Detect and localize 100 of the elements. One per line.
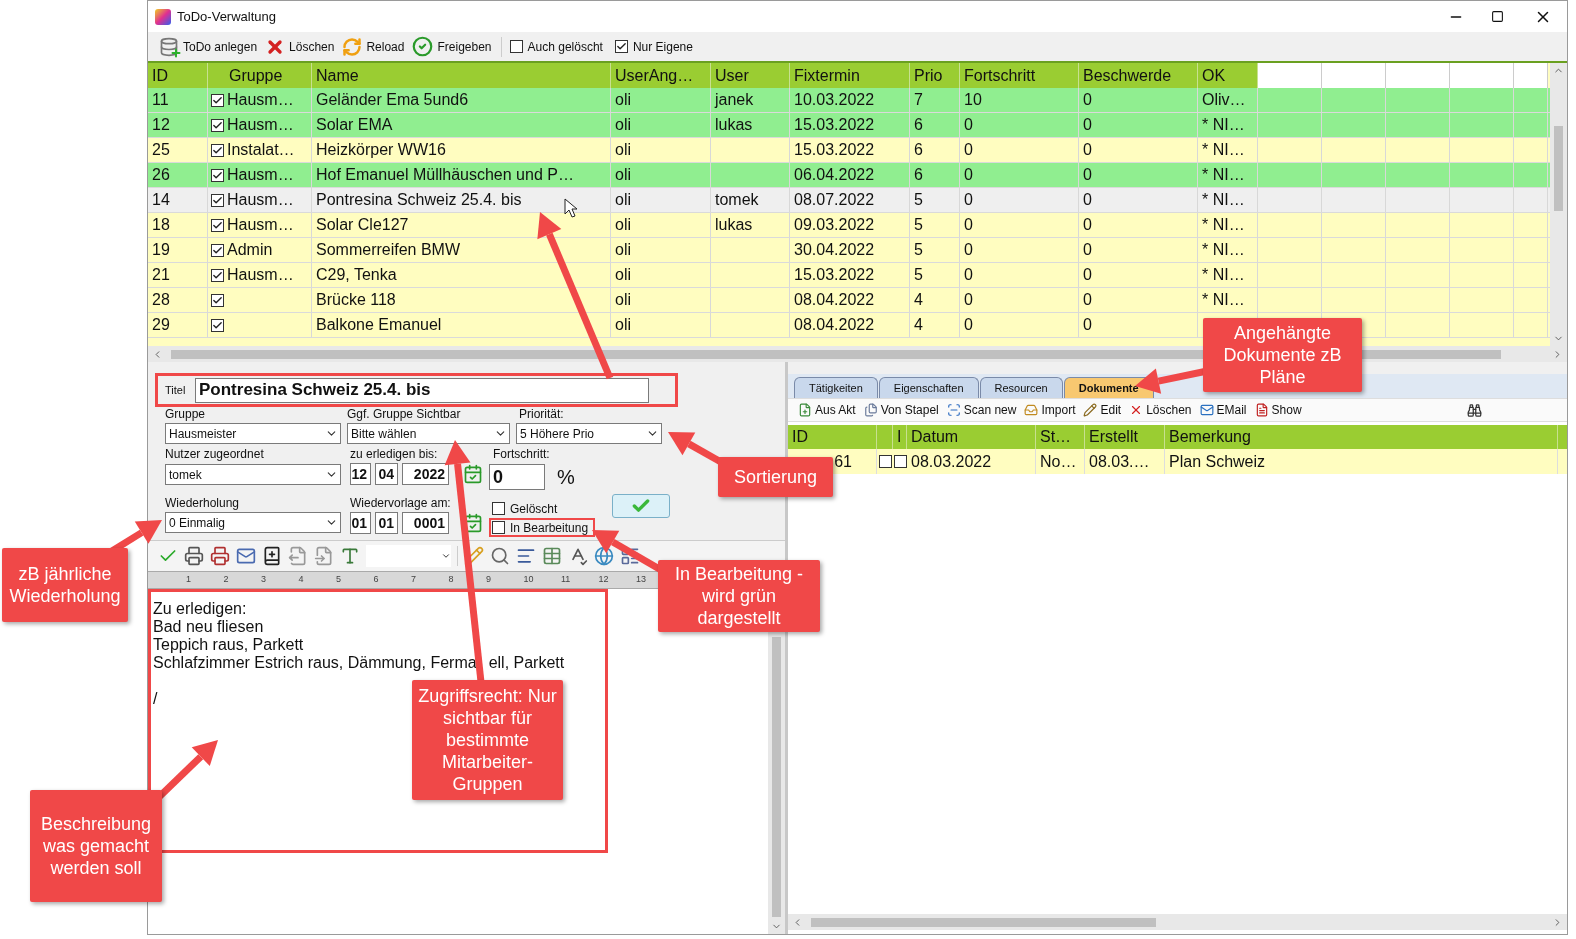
checkbox[interactable] [509, 40, 523, 53]
binoculars-icon[interactable] [1467, 402, 1482, 418]
table-cell: Hof Emanuel Müllhäuschen und P… [312, 163, 611, 187]
toolbar-button[interactable]: Show [1254, 401, 1302, 419]
table-row[interactable]: 11 Hausm… Geländer Ema 5und6 oli janek 10.03.2022 7 10 0 Oliv… [148, 88, 1550, 113]
dropdown[interactable]: Hausmeister [165, 423, 341, 444]
table-row[interactable]: 12 Hausm… Solar EMA oli lukas 15.03.2022 6 0 0 * NI… [148, 113, 1550, 138]
tab[interactable]: Dokumente [1063, 377, 1154, 398]
checkbox[interactable] [492, 521, 505, 534]
year-field[interactable]: 0001 [402, 512, 449, 534]
horizontal-scrollbar[interactable] [148, 346, 1567, 362]
checkbox[interactable] [492, 502, 505, 515]
month-field[interactable]: 04 [375, 463, 398, 485]
table-cell: 14 [148, 188, 208, 212]
checkbox[interactable] [878, 455, 892, 468]
column-header[interactable]: Name [312, 63, 611, 88]
table-row[interactable]: 28 Brücke 118 oli 08.04.2022 4 0 0 * NI… [148, 288, 1550, 313]
text-box-icon[interactable] [516, 546, 536, 566]
tab[interactable]: Resourcen [979, 377, 1063, 398]
checkbox[interactable] [211, 118, 224, 132]
column-header[interactable]: User [711, 63, 790, 88]
zoom-icon[interactable] [490, 546, 510, 566]
table-cell: 0 [960, 288, 1079, 312]
day-field[interactable]: 12 [350, 463, 371, 485]
scroll-thumb[interactable] [772, 637, 781, 917]
checkbox[interactable] [211, 293, 224, 307]
table-row[interactable]: 61 08.03.2022 No… 08.03.… Plan Schweiz [788, 449, 1567, 474]
toolbar-button[interactable]: Reload [341, 36, 406, 57]
description-line[interactable]: / [153, 690, 158, 708]
toolbar-button[interactable]: EMail [1199, 401, 1247, 419]
table-row[interactable]: 19 Admin Sommerreifen BMW oli 30.04.2022 5 0 0 * NI… [148, 238, 1550, 263]
tab[interactable]: Tätigkeiten [794, 377, 878, 398]
horizontal-scrollbar[interactable] [788, 914, 1567, 930]
calendar-icon[interactable] [463, 464, 483, 484]
column-header[interactable]: Gruppe [208, 63, 312, 88]
column-header[interactable]: Fortschritt [960, 63, 1079, 88]
description-line[interactable]: Teppich raus, Parkett [153, 636, 304, 654]
mail-icon[interactable] [236, 546, 256, 566]
table-cell: 0 [960, 188, 1079, 212]
checkbox[interactable] [211, 168, 224, 182]
tab[interactable]: Eigenschaften [878, 377, 979, 398]
table-row[interactable]: 21 Hausm… C29, Tenka oli 15.03.2022 5 0 0 * NI… [148, 263, 1550, 288]
year-field[interactable]: 2022 [402, 463, 449, 485]
day-field[interactable]: 01 [350, 512, 371, 534]
toolbar-button[interactable]: Löschen [1129, 401, 1192, 419]
toolbar-button[interactable]: Von Stapel [863, 401, 939, 419]
table-row[interactable]: 26 Hausm… Hof Emanuel Müllhäuschen und P… oli 06.04.2022 6 0 0 * NI… [148, 163, 1550, 188]
file-export-icon[interactable] [288, 546, 308, 566]
column-header[interactable]: Prio [910, 63, 960, 88]
toolbar-button[interactable]: Aus Akt [798, 401, 856, 419]
title-field[interactable]: Pontresina Schweiz 25.4. bis [195, 377, 649, 403]
toolbar-button[interactable]: Löschen [264, 36, 336, 57]
dropdown[interactable]: tomek [165, 464, 341, 485]
table-cell: 0 [1079, 163, 1198, 187]
table-row[interactable]: 14 Hausm… Pontresina Schweiz 25.4. bis oli tomek 08.07.2022 5 0 0 * NI… [148, 188, 1550, 213]
checkbox[interactable] [211, 218, 224, 232]
checkbox[interactable] [211, 243, 224, 257]
toolbar-button[interactable]: Import [1024, 401, 1076, 419]
description-line[interactable]: Zu erledigen: [153, 600, 247, 618]
book-add-icon[interactable] [262, 546, 282, 566]
toolbar-button[interactable]: Scan new [946, 401, 1017, 419]
maximize-icon[interactable] [1491, 10, 1504, 23]
printer-icon[interactable] [210, 546, 230, 566]
column-header[interactable]: Fixtermin [790, 63, 910, 88]
checkbox[interactable] [211, 93, 224, 107]
printer-icon[interactable] [184, 546, 204, 566]
progress-field[interactable]: 0 [489, 464, 545, 490]
file-import-icon[interactable] [314, 546, 334, 566]
toolbar-button[interactable]: Edit [1083, 401, 1122, 419]
vertical-scrollbar[interactable] [1550, 63, 1567, 346]
column-header[interactable]: Beschwerde [1079, 63, 1198, 88]
globe-icon[interactable] [594, 546, 614, 566]
scroll-thumb[interactable] [1554, 126, 1563, 211]
month-field[interactable]: 01 [375, 512, 398, 534]
description-line[interactable]: Schlafzimmer Estrich raus, Dämmung, Ferma [153, 654, 477, 672]
table-row[interactable]: 25 Instalat… Heizkörper WW16 oli 15.03.2022 6 0 0 * NI… [148, 138, 1550, 163]
column-header[interactable]: OK [1198, 63, 1258, 88]
checkbox[interactable] [211, 268, 224, 282]
layout-icon[interactable] [620, 546, 640, 566]
checkbox[interactable] [211, 193, 224, 207]
description-line[interactable]: ell, Parkett [488, 654, 565, 672]
font-icon[interactable] [340, 546, 360, 566]
checkbox[interactable] [893, 455, 907, 468]
checkbox[interactable] [614, 40, 628, 53]
column-header[interactable]: UserAng… [611, 63, 711, 88]
table-cell-text: 61 [834, 451, 852, 472]
toolbar-button[interactable]: Freigeben [411, 36, 493, 57]
table-row[interactable]: 18 Hausm… Solar Cle127 oli lukas 09.03.2022 5 0 0 * NI… [148, 213, 1550, 238]
field-label: Fortschritt: [493, 447, 550, 461]
table-icon[interactable] [542, 546, 562, 566]
dropdown[interactable]: 0 Einmalig [165, 512, 341, 533]
table-cell: * NI… [1198, 238, 1258, 262]
checkbox[interactable] [211, 318, 224, 332]
checkbox[interactable] [211, 143, 224, 157]
table-cell: 0 [960, 263, 1079, 287]
description-line[interactable]: Bad neu fliesen [153, 618, 264, 636]
column-header[interactable]: ID [148, 63, 208, 88]
dropdown[interactable]: Bitte wählen [347, 423, 510, 444]
toolbar-button[interactable]: ToDo anlegen [158, 36, 259, 57]
dropdown[interactable]: 5 Höhere Prio [516, 423, 662, 444]
